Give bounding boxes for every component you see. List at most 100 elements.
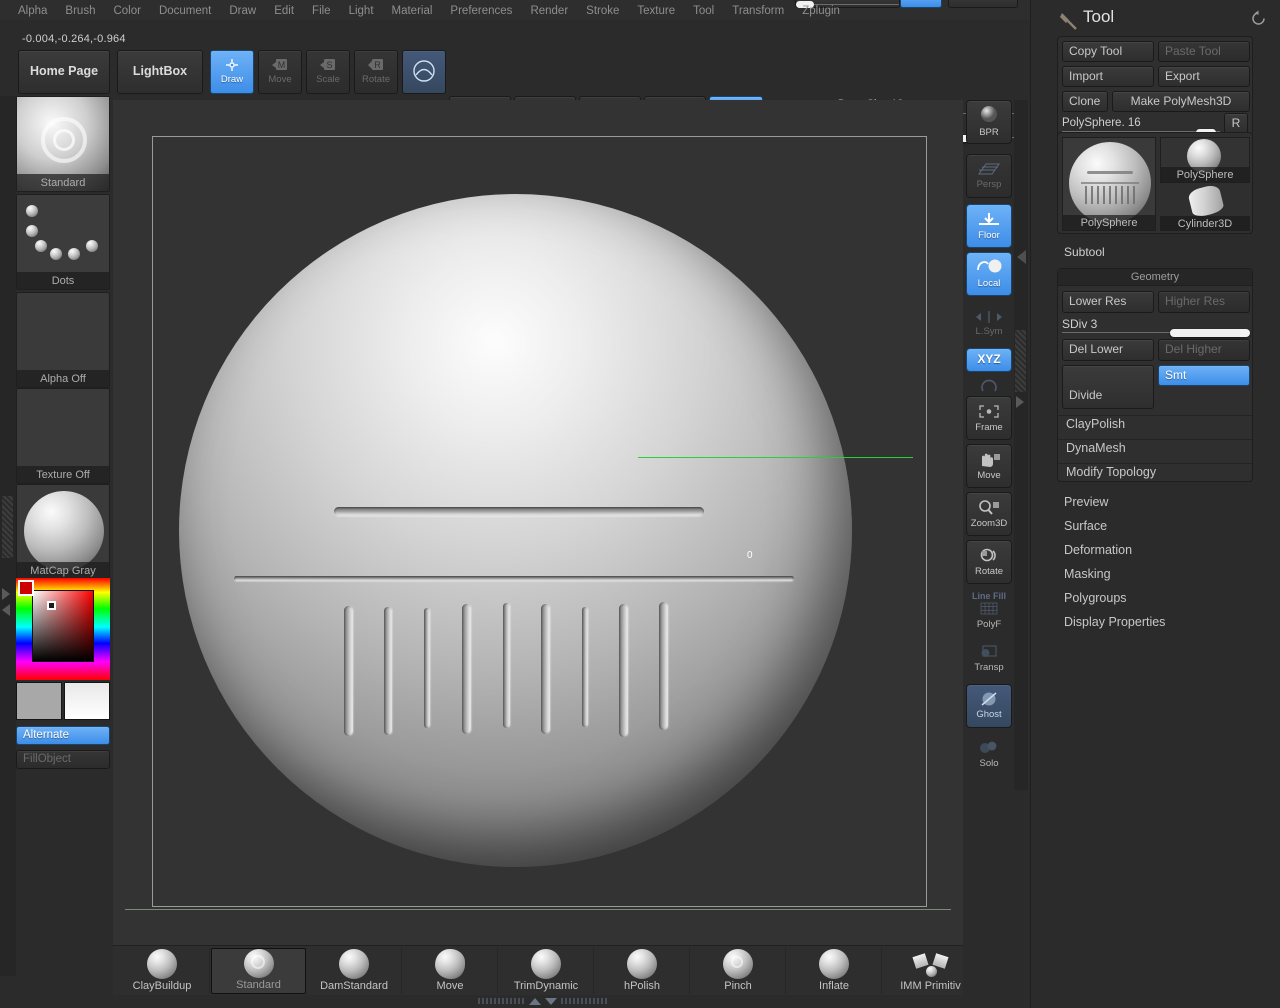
- ghost-button[interactable]: Ghost: [966, 684, 1012, 728]
- menu-item-material[interactable]: Material: [384, 2, 441, 20]
- right-rail-grip[interactable]: [1015, 330, 1026, 392]
- local-symmetry-button[interactable]: L.Sym: [966, 302, 1012, 346]
- move-nav-button[interactable]: Move: [966, 444, 1012, 488]
- menu-item-stroke[interactable]: Stroke: [578, 2, 627, 20]
- current-texture-slot[interactable]: Texture Off: [16, 388, 110, 484]
- section-masking[interactable]: Masking: [1064, 567, 1111, 581]
- perspective-button[interactable]: Persp: [966, 154, 1012, 198]
- menu-item-alpha[interactable]: Alpha: [10, 2, 55, 20]
- tool-thumbnail-polysphere[interactable]: PolySphere: [1160, 137, 1250, 183]
- right-scroll-rail[interactable]: [1014, 100, 1028, 790]
- menu-item-file[interactable]: File: [304, 2, 339, 20]
- divide-button[interactable]: Divide: [1062, 365, 1154, 409]
- solo-button[interactable]: Solo: [966, 732, 1012, 776]
- rail-arrow-left-icon[interactable]: [2, 604, 10, 616]
- export-button[interactable]: Export: [1158, 66, 1250, 87]
- import-button[interactable]: Import: [1062, 66, 1154, 87]
- zoom3d-button[interactable]: Zoom3D: [966, 492, 1012, 536]
- menu-item-transform[interactable]: Transform: [724, 2, 792, 20]
- menu-item-color[interactable]: Color: [105, 2, 148, 20]
- copy-tool-button[interactable]: Copy Tool: [1062, 41, 1154, 62]
- rotate-nav-button[interactable]: Rotate: [966, 540, 1012, 584]
- floor-button[interactable]: Floor: [966, 204, 1012, 248]
- brush-inflate[interactable]: Inflate: [787, 948, 882, 994]
- menu-item-brush[interactable]: Brush: [57, 2, 103, 20]
- sdiv-knob[interactable]: [1170, 329, 1250, 337]
- bpr-button[interactable]: BPR: [966, 100, 1012, 144]
- tool-thumbnail-main[interactable]: PolySphere: [1062, 137, 1156, 231]
- rail-arrow-right-icon[interactable]: [2, 588, 10, 600]
- menu-item-preferences[interactable]: Preferences: [442, 2, 520, 20]
- current-material-slot[interactable]: MatCap Gray: [16, 484, 110, 580]
- lightbox-button[interactable]: LightBox: [117, 50, 203, 94]
- left-scroll-rail[interactable]: [0, 96, 16, 976]
- expander-down-arrow-icon[interactable]: [545, 998, 557, 1005]
- make-polymesh3d-button[interactable]: Make PolyMesh3D: [1112, 91, 1250, 112]
- alternate-button[interactable]: Alternate: [16, 726, 110, 745]
- current-alpha-slot[interactable]: Alpha Off: [16, 292, 110, 388]
- claypolish-row[interactable]: ClayPolish: [1066, 417, 1125, 431]
- scale-mode-button[interactable]: S Scale: [306, 50, 350, 94]
- draw-mode-button[interactable]: Draw: [210, 50, 254, 94]
- subtool-section-label[interactable]: Subtool: [1064, 245, 1105, 259]
- sdiv-slider[interactable]: SDiv 3: [1062, 317, 1250, 335]
- current-brush-slot[interactable]: Standard: [16, 96, 110, 192]
- modify-topology-row[interactable]: Modify Topology: [1066, 465, 1156, 479]
- lower-res-button[interactable]: Lower Res: [1062, 291, 1154, 313]
- reload-icon[interactable]: [1250, 10, 1267, 31]
- del-lower-button[interactable]: Del Lower: [1062, 339, 1154, 361]
- brush-standard[interactable]: Standard: [211, 948, 306, 994]
- transparency-button[interactable]: Transp: [966, 636, 1012, 680]
- edit-mode-button[interactable]: [402, 50, 446, 94]
- sv-cursor[interactable]: [47, 601, 56, 610]
- geometry-title[interactable]: Geometry: [1058, 269, 1252, 286]
- xyz-button[interactable]: XYZ: [966, 348, 1012, 372]
- paste-tool-button[interactable]: Paste Tool: [1158, 41, 1250, 62]
- polysphere-model[interactable]: [179, 194, 852, 867]
- brush-hpolish[interactable]: hPolish: [595, 948, 690, 994]
- polyframe-button[interactable]: Line Fill PolyF: [966, 588, 1012, 632]
- del-higher-button[interactable]: Del Higher: [1158, 339, 1250, 361]
- smt-button[interactable]: Smt: [1158, 365, 1250, 386]
- fillobject-button[interactable]: FillObject: [16, 750, 110, 769]
- menu-item-render[interactable]: Render: [522, 2, 576, 20]
- menu-item-draw[interactable]: Draw: [221, 2, 264, 20]
- higher-res-button[interactable]: Higher Res: [1158, 291, 1250, 313]
- section-display-properties[interactable]: Display Properties: [1064, 615, 1165, 629]
- menu-item-tool[interactable]: Tool: [685, 2, 722, 20]
- clone-button[interactable]: Clone: [1062, 91, 1108, 112]
- local-button[interactable]: Local: [966, 252, 1012, 296]
- canvas-viewport[interactable]: 0: [113, 100, 963, 945]
- home-page-button[interactable]: Home Page: [18, 50, 110, 94]
- brush-move[interactable]: Move: [403, 948, 498, 994]
- panel-expander-handle[interactable]: [478, 996, 608, 1006]
- section-polygroups[interactable]: Polygroups: [1064, 591, 1127, 605]
- rotate-mode-button[interactable]: R Rotate: [354, 50, 398, 94]
- brush-pinch[interactable]: Pinch: [691, 948, 786, 994]
- tool-thumbnail-cylinder[interactable]: Cylinder3D: [1160, 185, 1250, 231]
- menu-item-edit[interactable]: Edit: [266, 2, 302, 20]
- menu-item-document[interactable]: Document: [151, 2, 219, 20]
- dynamesh-row[interactable]: DynaMesh: [1066, 441, 1126, 455]
- left-rail-grip[interactable]: [2, 496, 13, 558]
- primary-color-swatch[interactable]: [16, 682, 62, 720]
- menu-item-light[interactable]: Light: [341, 2, 382, 20]
- menu-item-zplugin[interactable]: Zplugin: [794, 2, 848, 20]
- section-surface[interactable]: Surface: [1064, 519, 1107, 533]
- menu-item-texture[interactable]: Texture: [629, 2, 683, 20]
- move-mode-button[interactable]: M Move: [258, 50, 302, 94]
- brush-claybuildup[interactable]: ClayBuildup: [115, 948, 210, 994]
- color-picker[interactable]: [16, 578, 110, 680]
- section-preview[interactable]: Preview: [1064, 495, 1108, 509]
- right-rail-arrow-left-icon[interactable]: [1017, 250, 1026, 264]
- current-stroke-slot[interactable]: Dots: [16, 194, 110, 290]
- secondary-color-swatch[interactable]: [64, 682, 110, 720]
- brush-trimdynamic[interactable]: TrimDynamic: [499, 948, 594, 994]
- right-rail-arrow-icon[interactable]: [1016, 396, 1024, 408]
- brush-imm-primitive[interactable]: IMM Primitiv: [883, 948, 978, 994]
- expander-up-arrow-icon[interactable]: [529, 998, 541, 1005]
- saturation-value-field[interactable]: [32, 590, 94, 662]
- brush-damstandard[interactable]: DamStandard: [307, 948, 402, 994]
- active-color-chip[interactable]: [18, 580, 34, 596]
- frame-button[interactable]: Frame: [966, 396, 1012, 440]
